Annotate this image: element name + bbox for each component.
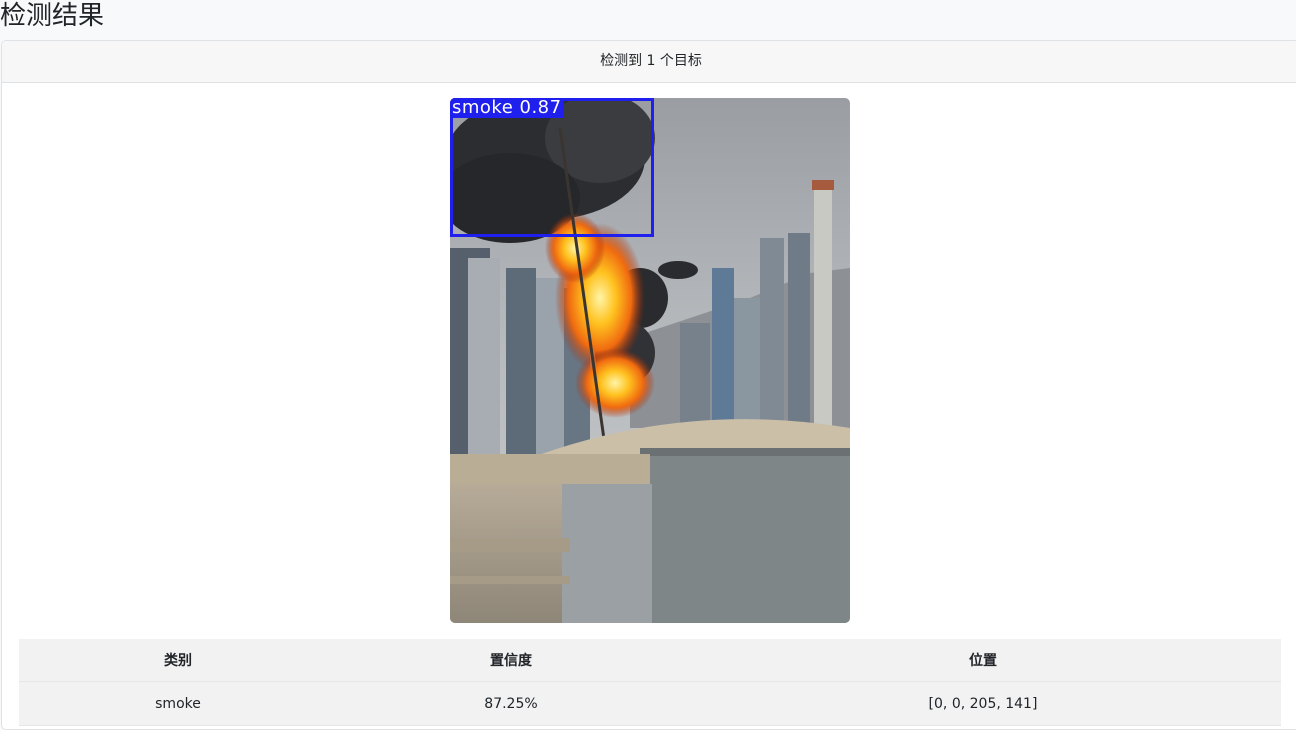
column-header-position: 位置 (685, 639, 1281, 682)
page-title: 检测结果 (0, 1, 105, 31)
detection-box-label: smoke 0.87 (450, 98, 564, 118)
results-card: 检测到 1 个目标 smoke 0.87 类别 置信度 位置 smoke 87.… (1, 40, 1296, 730)
results-table: 类别 置信度 位置 smoke 87.25% [0, 0, 205, 141] (19, 639, 1281, 726)
table-header-row: 类别 置信度 位置 (19, 639, 1281, 682)
cell-confidence: 87.25% (337, 681, 685, 726)
column-header-confidence: 置信度 (337, 639, 685, 682)
detection-bounding-box (450, 98, 654, 237)
table-row: smoke 87.25% [0, 0, 205, 141] (19, 681, 1281, 726)
cell-class: smoke (19, 681, 337, 726)
card-header: 检测到 1 个目标 (2, 41, 1296, 83)
detection-result-image: smoke 0.87 (450, 98, 850, 623)
cell-position: [0, 0, 205, 141] (685, 681, 1281, 726)
column-header-class: 类别 (19, 639, 337, 682)
